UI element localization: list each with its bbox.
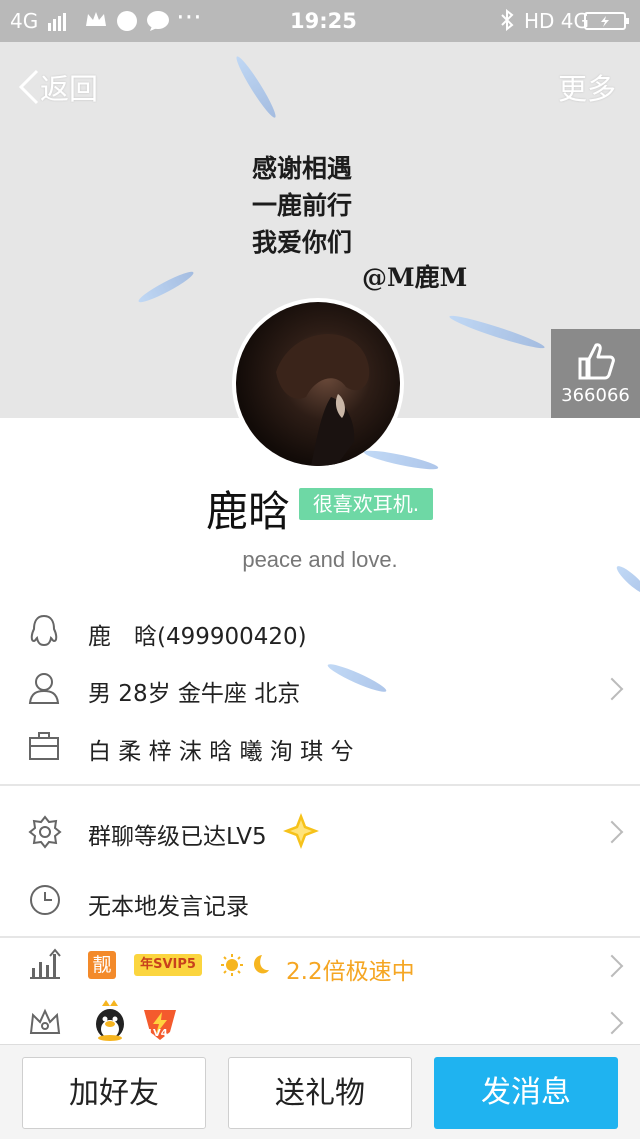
- qq-name-number: 鹿 晗(499900420): [88, 624, 307, 650]
- stats-icon: [28, 948, 62, 984]
- chevron-right-icon[interactable]: [600, 820, 624, 844]
- app-notification-icon: [116, 10, 138, 37]
- signature: peace and love.: [242, 547, 398, 572]
- qq-penguin-icon: [28, 613, 60, 653]
- personal-info: 男 28岁 金牛座 北京: [88, 681, 301, 707]
- level-badge-label: LV4: [148, 1028, 168, 1039]
- speed-status: 2.2倍极速中: [286, 959, 415, 985]
- star-badge-icon: [282, 812, 320, 854]
- message-history: 无本地发言记录: [88, 894, 249, 920]
- divider: [0, 784, 640, 786]
- interest-tag[interactable]: 很喜欢耳机.: [299, 488, 433, 520]
- thumbs-up-icon: [578, 343, 615, 380]
- company-info: 白 柔 梓 沫 晗 曦 洵 琪 兮: [88, 739, 354, 765]
- feather-decoration: [136, 268, 196, 306]
- back-label: 返回: [40, 72, 99, 106]
- feather-decoration: [447, 311, 547, 353]
- send-message-button[interactable]: 发消息: [434, 1057, 618, 1129]
- network-type: HD 4G: [524, 9, 590, 33]
- cover-handle: @M鹿M: [362, 263, 468, 292]
- qq-penguin-badge[interactable]: [92, 1000, 128, 1046]
- avatar[interactable]: [232, 298, 404, 470]
- avatar-image: [236, 302, 400, 466]
- more-button[interactable]: 更多: [558, 66, 616, 108]
- chevron-right-icon[interactable]: [600, 954, 624, 978]
- vip-badge[interactable]: 靓: [88, 951, 116, 979]
- cover-line: 感谢相遇: [252, 154, 353, 183]
- crown-outline-icon: [28, 1007, 62, 1041]
- crown-icon: [84, 10, 108, 35]
- clock-icon: [28, 883, 62, 921]
- nickname: 鹿晗: [206, 487, 291, 536]
- like-button[interactable]: 366066: [551, 329, 640, 418]
- level-badge[interactable]: LV4: [140, 1002, 180, 1042]
- clock: 19:25: [290, 9, 357, 33]
- back-button[interactable]: 返回: [18, 66, 98, 108]
- feather-decoration: [325, 660, 389, 696]
- feather-decoration: [362, 447, 440, 473]
- battery-icon: [584, 11, 630, 36]
- chevron-right-icon[interactable]: [600, 677, 624, 701]
- briefcase-icon: [28, 731, 60, 765]
- group-level-icon: [28, 815, 62, 853]
- cover-text: 感谢相遇 一鹿前行 我爱你们: [252, 150, 352, 261]
- sun-icon: [220, 953, 244, 981]
- signal-icon: [48, 12, 66, 36]
- more-notifications-icon: ⋯: [176, 2, 202, 32]
- bluetooth-icon: [500, 8, 514, 36]
- person-icon: [28, 671, 60, 709]
- add-friend-button[interactable]: 加好友: [22, 1057, 206, 1129]
- send-gift-button[interactable]: 送礼物: [228, 1057, 412, 1129]
- chevron-right-icon[interactable]: [600, 1011, 624, 1035]
- cover-line: 我爱你们: [252, 228, 353, 257]
- status-bar: 4G ⋯ 19:25 HD 4G: [0, 0, 640, 42]
- moon-icon: [248, 953, 270, 981]
- group-level: 群聊等级已达LV5: [88, 824, 267, 850]
- bottom-action-bar: 加好友 送礼物 发消息: [0, 1044, 640, 1139]
- cover-line: 一鹿前行: [252, 191, 353, 220]
- message-notification-icon: [146, 10, 170, 37]
- divider: [0, 936, 640, 938]
- network-indicator: 4G: [10, 9, 39, 33]
- svip-badge[interactable]: 年SVIP5: [134, 954, 202, 976]
- like-count: 366066: [561, 385, 630, 406]
- feather-decoration: [232, 53, 280, 121]
